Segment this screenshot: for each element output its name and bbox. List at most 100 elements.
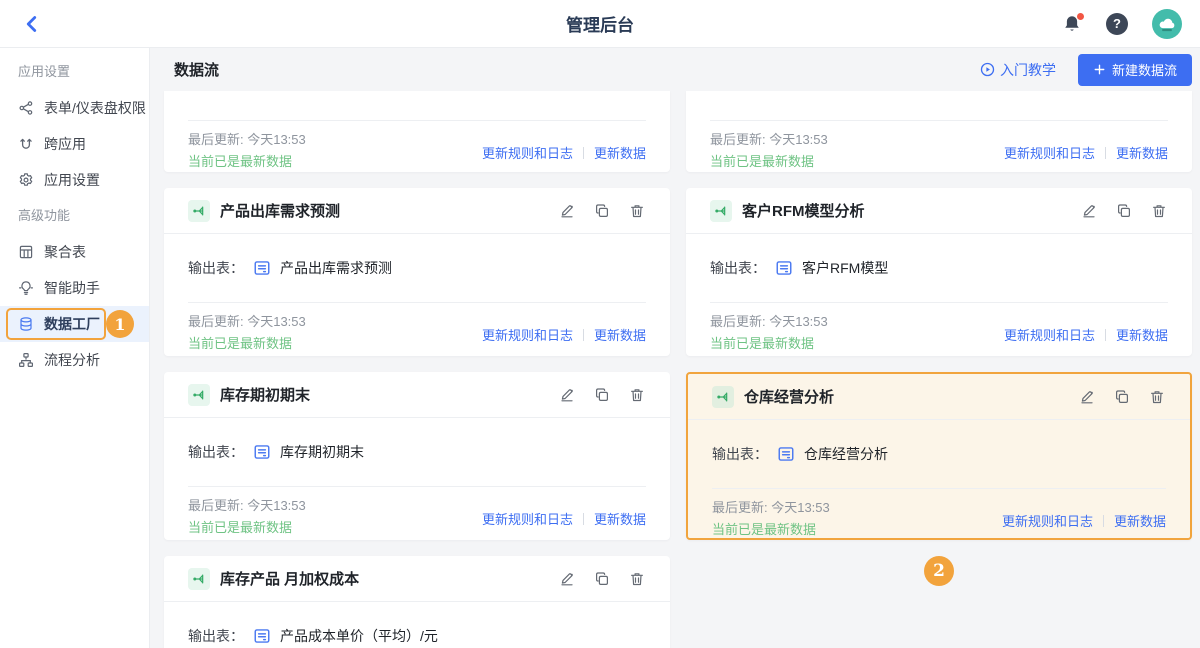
last-update-text: 最后更新: 今天13:53 (710, 314, 828, 329)
flow-merge-icon (712, 385, 734, 408)
annotation-badge-2-container: 2 (686, 556, 1192, 648)
flow-merge-icon (188, 567, 210, 590)
delete-button[interactable] (1148, 388, 1166, 406)
status-text: 当前已是最新数据 (710, 154, 815, 169)
update-data-link[interactable]: 更新数据 (594, 509, 646, 528)
update-data-link[interactable]: 更新数据 (594, 143, 646, 162)
copy-button[interactable] (593, 570, 611, 588)
table-doc-icon (253, 443, 271, 461)
update-data-link[interactable]: 更新数据 (594, 325, 646, 344)
main-header: 数据流 入门教学 新建数据流 (150, 48, 1200, 91)
link-separator (1102, 514, 1104, 527)
card-title: 客户RFM模型分析 (742, 203, 865, 220)
output-table-name[interactable]: 产品成本单价（平均）/元 (280, 626, 438, 646)
sidebar-item-label: 跨应用 (44, 136, 86, 152)
link-separator (1104, 146, 1106, 159)
edit-button[interactable] (558, 570, 576, 588)
last-update-text: 最后更新: 今天13:53 (188, 498, 306, 513)
edit-button[interactable] (1078, 388, 1096, 406)
lightbulb-icon (20, 282, 33, 294)
output-table-name[interactable]: 仓库经营分析 (804, 444, 888, 464)
last-update-text: 最后更新: 今天13:53 (712, 500, 830, 515)
sidebar-item-data-factory[interactable]: 数据工厂 1 (0, 306, 149, 342)
update-rules-log-link[interactable]: 更新规则和日志 (1004, 325, 1095, 344)
pencil-icon (562, 205, 572, 216)
update-rules-log-link[interactable]: 更新规则和日志 (482, 143, 573, 162)
status-text: 当前已是最新数据 (188, 154, 293, 169)
last-update-text: 最后更新: 今天13:53 (710, 132, 828, 147)
card-title: 库存产品 月加权成本 (220, 571, 360, 588)
output-table-name[interactable]: 库存期初期末 (280, 442, 364, 462)
copy-button[interactable] (593, 202, 611, 220)
card-title: 仓库经营分析 (744, 389, 835, 406)
flow-merge-icon (188, 199, 210, 222)
edit-button[interactable] (558, 202, 576, 220)
last-update-text: 最后更新: 今天13:53 (188, 314, 306, 329)
update-rules-log-link[interactable]: 更新规则和日志 (1002, 511, 1093, 530)
database-icon (21, 318, 31, 330)
sidebar-item-smart-assistant[interactable]: 智能助手 (0, 270, 149, 306)
copy-button[interactable] (1115, 202, 1133, 220)
notifications-button[interactable] (1062, 11, 1085, 34)
annotation-badge-2: 2 (924, 556, 954, 586)
new-dataflow-button[interactable]: 新建数据流 (1077, 53, 1192, 86)
flow-chart-icon (20, 354, 33, 367)
copy-icon (1117, 391, 1128, 402)
avatar[interactable] (1152, 8, 1182, 39)
sidebar-section-advanced: 高级功能 (18, 208, 71, 223)
edit-button[interactable] (558, 386, 576, 404)
tutorial-link-label: 入门教学 (999, 61, 1056, 78)
trash-icon (1154, 205, 1165, 216)
copy-button[interactable] (593, 386, 611, 404)
output-table-label: 输出表： (188, 444, 244, 460)
update-data-link[interactable]: 更新数据 (1116, 325, 1168, 344)
sidebar-item-cross-app[interactable]: 跨应用 (0, 126, 149, 162)
delete-button[interactable] (628, 570, 646, 588)
pencil-icon (1082, 391, 1092, 402)
output-table-name[interactable]: 产品出库需求预测 (280, 258, 392, 278)
last-update-text: 最后更新: 今天13:53 (188, 132, 306, 147)
card-divider (188, 91, 646, 121)
update-data-link[interactable]: 更新数据 (1116, 143, 1168, 162)
help-button[interactable]: ? (1106, 12, 1128, 35)
dataflow-card-inventory-period: 库存期初期末 输出表： 库存期初期末 最后更新: 今天13:53 当前已是最新数… (164, 372, 670, 540)
sidebar-item-form-dashboard-permissions[interactable]: 表单/仪表盘权限 (0, 90, 149, 126)
u-turn-arrows-icon (21, 139, 31, 148)
copy-icon (597, 205, 608, 216)
dataflow-card-product-outbound-forecast: 产品出库需求预测 输出表： 产品出库需求预测 最后更新: 今天13:53 当前已… (164, 188, 670, 356)
back-button[interactable] (18, 10, 46, 38)
output-table-name[interactable]: 客户RFM模型 (802, 258, 888, 278)
topbar-actions: ? (1062, 8, 1182, 39)
delete-button[interactable] (628, 202, 646, 220)
sidebar-item-label: 流程分析 (44, 352, 100, 368)
sidebar-item-process-analysis[interactable]: 流程分析 (0, 342, 149, 378)
table-doc-icon (775, 259, 793, 277)
page-title: 管理后台 (566, 16, 634, 35)
sidebar-item-app-settings[interactable]: 应用设置 (0, 162, 149, 198)
delete-button[interactable] (628, 386, 646, 404)
link-separator (582, 512, 584, 525)
sidebar-item-label: 表单/仪表盘权限 (44, 100, 146, 116)
pencil-icon (562, 573, 572, 584)
trash-icon (632, 205, 643, 216)
update-rules-log-link[interactable]: 更新规则和日志 (1004, 143, 1095, 162)
section-title: 数据流 (174, 62, 220, 79)
table-doc-icon (253, 259, 271, 277)
update-data-link[interactable]: 更新数据 (1114, 511, 1166, 530)
update-rules-log-link[interactable]: 更新规则和日志 (482, 509, 573, 528)
table-doc-icon (253, 627, 271, 645)
sidebar-item-label: 聚合表 (44, 244, 86, 260)
table-doc-icon (777, 445, 795, 463)
dataflow-card-monthly-weighted-cost: 库存产品 月加权成本 输出表： 产品成本单价（平均）/元 (164, 556, 670, 648)
sidebar-item-aggregate-table[interactable]: 聚合表 (0, 234, 149, 270)
pencil-icon (1084, 205, 1094, 216)
topbar: 管理后台 ? (0, 0, 1200, 48)
copy-button[interactable] (1113, 388, 1131, 406)
status-text: 当前已是最新数据 (712, 522, 817, 537)
tutorial-link[interactable]: 入门教学 (980, 60, 1056, 80)
edit-button[interactable] (1080, 202, 1098, 220)
copy-icon (597, 389, 608, 400)
delete-button[interactable] (1150, 202, 1168, 220)
update-rules-log-link[interactable]: 更新规则和日志 (482, 325, 573, 344)
dataflow-card-list[interactable]: 最后更新: 今天13:53 当前已是最新数据 更新规则和日志 更新数据 最后更新… (150, 91, 1200, 648)
